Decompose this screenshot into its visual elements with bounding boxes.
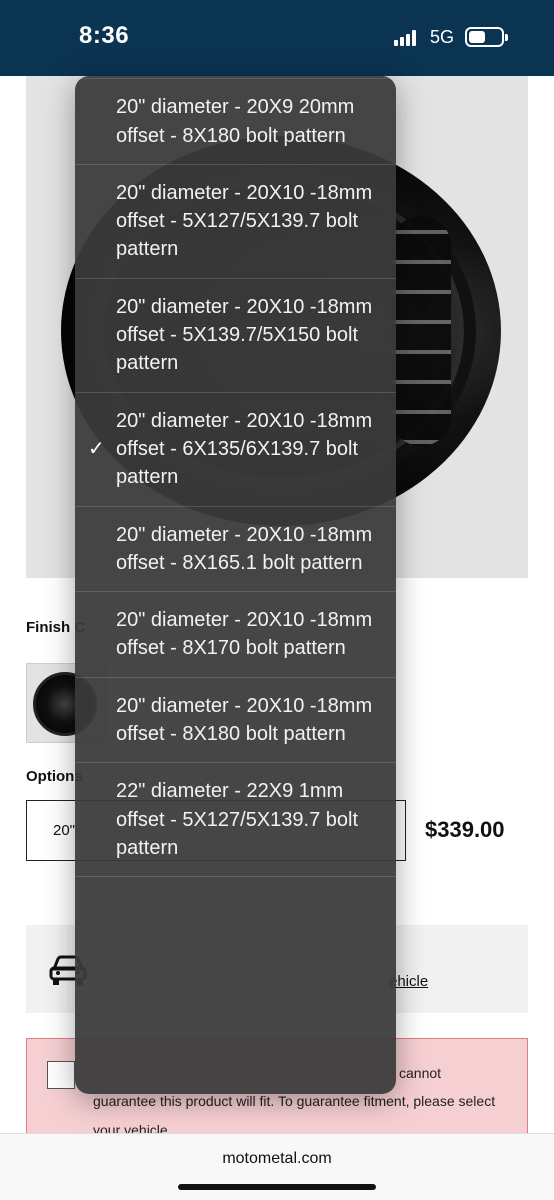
fitment-checkbox[interactable]	[47, 1061, 75, 1089]
options-dropdown-menu[interactable]: pattern 20" diameter - 20X9 20mm offset …	[75, 76, 396, 1094]
dropdown-option[interactable]: 20" diameter - 20X10 -18mm offset - 5X12…	[75, 165, 396, 279]
product-price: $339.00	[425, 817, 505, 842]
dropdown-option-label: 20" diameter - 20X10 -18mm offset - 6X13…	[116, 409, 373, 489]
dropdown-option-label: 22" diameter - 22X9 1mm offset - 5X127/5…	[116, 780, 359, 859]
dropdown-option[interactable]: 20" diameter - 20X10 -18mm offset - 8X17…	[75, 592, 396, 678]
browser-bottom-bar: motometal.com	[0, 1133, 554, 1200]
dropdown-option[interactable]: 20" diameter - 20X10 -18mm offset - 5X13…	[75, 279, 396, 393]
warning-text: cannot	[399, 1065, 442, 1081]
dropdown-option-label: 20" diameter - 20X9 20mm offset - 8X180 …	[116, 96, 355, 147]
dropdown-option-label: 20" diameter - 20X10 -18mm offset - 5X13…	[116, 295, 373, 375]
dropdown-list: pattern 20" diameter - 20X9 20mm offset …	[75, 76, 396, 878]
battery-icon	[465, 27, 508, 47]
dropdown-option-label: 20" diameter - 20X10 -18mm offset - 8X18…	[116, 694, 373, 746]
status-time: 8:36	[79, 22, 130, 49]
network-label: 5G	[430, 27, 455, 47]
dropdown-option[interactable]: 22" diameter - 22X9 1mm offset - 5X127/5…	[75, 763, 396, 878]
dropdown-option-label: 20" diameter - 20X10 -18mm offset - 5X12…	[116, 181, 373, 261]
url-domain[interactable]: motometal.com	[0, 1150, 554, 1168]
signal-icon	[394, 30, 418, 46]
dropdown-option[interactable]: 20" diameter - 20X10 -18mm offset - 8X18…	[75, 678, 396, 764]
dropdown-option-selected[interactable]: ✓ 20" diameter - 20X10 -18mm offset - 6X…	[75, 393, 396, 507]
options-select-value: 20"	[53, 822, 76, 839]
dropdown-option[interactable]: 20" diameter - 20X9 20mm offset - 8X180 …	[75, 79, 396, 165]
dropdown-option[interactable]: 20" diameter - 20X10 -18mm offset - 8X16…	[75, 507, 396, 593]
dropdown-option-label: 20" diameter - 20X10 -18mm offset - 8X16…	[116, 523, 373, 574]
home-indicator[interactable]	[178, 1184, 376, 1190]
warning-text: guarantee this product will fit. To guar…	[93, 1093, 496, 1109]
checkmark-icon: ✓	[88, 438, 105, 461]
status-bar: 8:36 5G	[0, 0, 554, 76]
dropdown-option-label: 20" diameter - 20X10 -18mm offset - 8X17…	[116, 609, 373, 660]
